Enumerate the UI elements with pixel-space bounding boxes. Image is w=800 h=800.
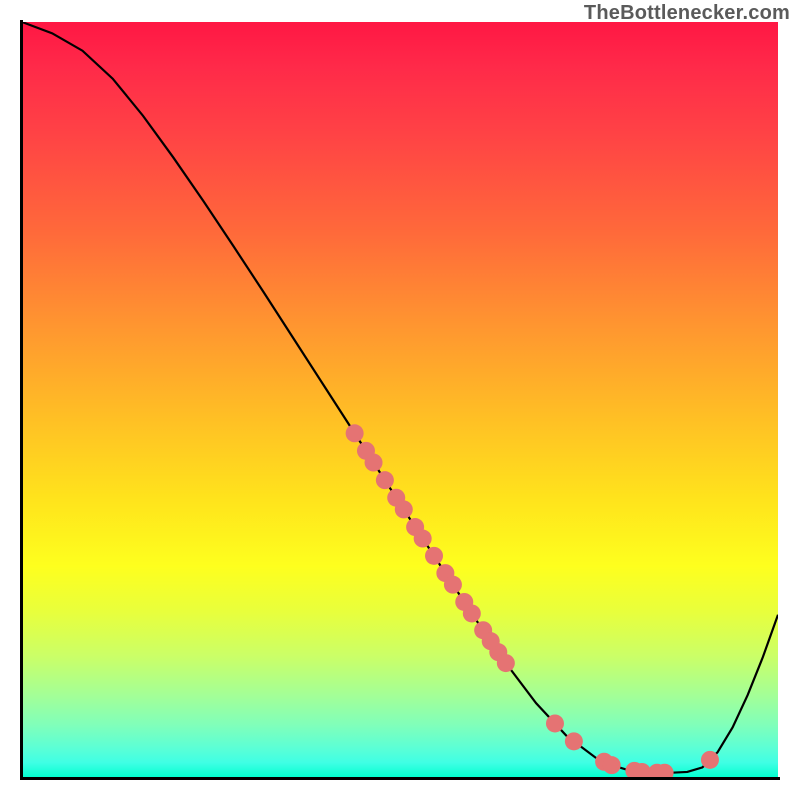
- data-point: [565, 732, 583, 750]
- data-point: [463, 604, 481, 622]
- data-point: [395, 500, 413, 518]
- data-point: [425, 547, 443, 565]
- bottleneck-curve: [22, 22, 778, 773]
- chart-container: TheBottlenecker.com: [0, 0, 800, 800]
- chart-overlay-svg: [22, 22, 778, 778]
- marker-group: [346, 424, 719, 778]
- data-point: [497, 654, 515, 672]
- data-point: [346, 424, 364, 442]
- watermark-text: TheBottlenecker.com: [584, 2, 790, 25]
- data-point: [414, 530, 432, 548]
- data-point: [701, 751, 719, 769]
- data-point: [365, 454, 383, 472]
- plot-area: [22, 22, 778, 778]
- data-point: [546, 714, 564, 732]
- data-point: [603, 756, 621, 774]
- data-point: [444, 576, 462, 594]
- data-point: [376, 471, 394, 489]
